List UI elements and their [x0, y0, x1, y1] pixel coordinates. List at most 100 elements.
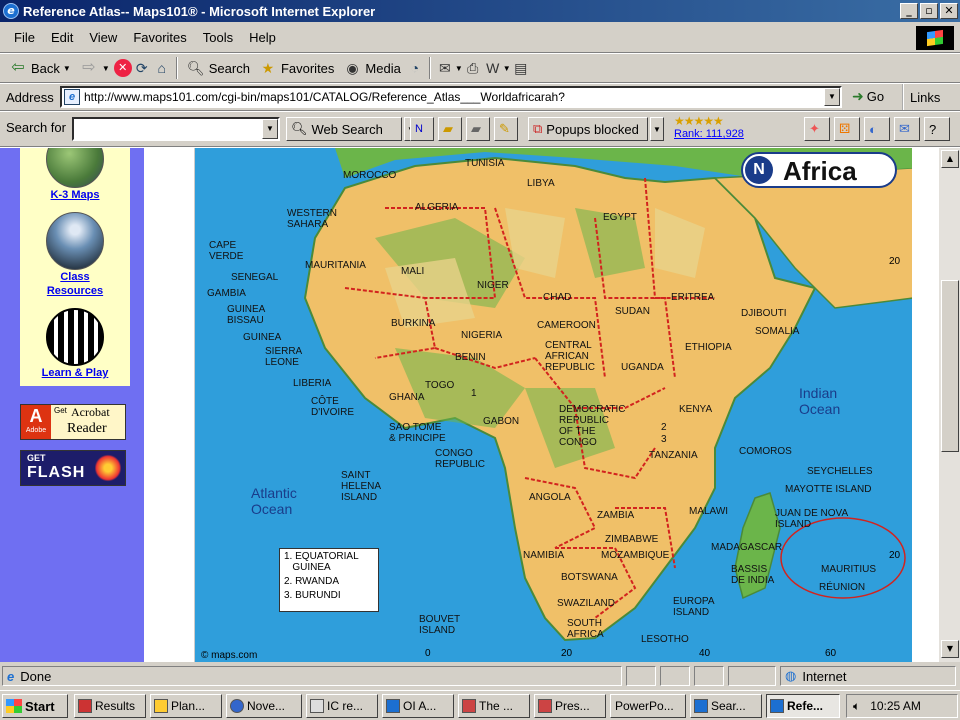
messenger-icon[interactable]: ◐: [864, 117, 890, 141]
get-acrobat-reader-badge[interactable]: A Adobe Get Acrobat Reader: [20, 404, 126, 440]
discuss-icon[interactable]: ▤: [511, 58, 531, 78]
forward-button[interactable]: ⇨ ▼: [75, 56, 114, 80]
chevron-down-icon[interactable]: ▼: [63, 64, 71, 73]
sidebar-item-label[interactable]: Learn & Play: [20, 366, 130, 380]
country-label: CHAD: [543, 292, 571, 303]
dice-icon[interactable]: ⚄: [834, 117, 860, 141]
rank-link[interactable]: Rank: 111,928: [674, 128, 744, 140]
taskbar-item[interactable]: IC re...: [306, 694, 378, 718]
country-label: ERITREA: [671, 292, 715, 303]
address-bar: Address e http://www.maps101.com/cgi-bin…: [0, 84, 960, 110]
mail-icon[interactable]: ✉: [435, 58, 455, 78]
stop-icon[interactable]: ✕: [113, 59, 132, 77]
country-label: SOMALIA: [755, 326, 800, 337]
ocean-label: Atlantic Ocean: [251, 485, 297, 517]
news-icon[interactable]: N: [410, 117, 434, 141]
marker-icon[interactable]: ✎: [494, 117, 518, 141]
taskbar-item[interactable]: PowerPo...: [610, 694, 686, 718]
taskbar-item[interactable]: Plan...: [150, 694, 222, 718]
country-label: NIGERIA: [461, 330, 502, 341]
close-button[interactable]: ✕: [940, 3, 958, 19]
chevron-down-icon[interactable]: ▼: [824, 88, 840, 106]
security-zone[interactable]: ◍ Internet: [780, 666, 956, 686]
status-bar: e Done ◍ Internet: [0, 664, 960, 688]
taskbar-item[interactable]: Pres...: [534, 694, 606, 718]
taskbar: Start Results Plan... Nove... IC re... O…: [0, 690, 960, 720]
web-search-button[interactable]: 🔍︎ Web Search: [286, 117, 402, 141]
home-icon[interactable]: ⌂: [152, 58, 172, 78]
menu-favorites[interactable]: Favorites: [125, 30, 194, 45]
longitude-tick: 20: [561, 648, 573, 659]
print-icon[interactable]: ⎙: [463, 58, 483, 78]
taskbar-item[interactable]: OI A...: [382, 694, 454, 718]
window-title: Reference Atlas-- Maps101® - Microsoft I…: [23, 3, 376, 19]
scroll-up-button[interactable]: ▲: [941, 150, 959, 168]
favorites-button[interactable]: ★ Favorites: [254, 56, 338, 80]
menu-view[interactable]: View: [81, 30, 125, 45]
sidebar-item-label[interactable]: K-3 Maps: [20, 188, 130, 202]
map-legend: 1. EQUATORIAL GUINEA 2. RWANDA 3. BURUND…: [279, 548, 379, 612]
favorites-star-icon: ★: [261, 60, 275, 76]
volume-icon[interactable]: 🔈︎: [853, 699, 860, 714]
search-button[interactable]: 🔍︎ Search: [182, 56, 254, 80]
taskbar-item[interactable]: Sear...: [690, 694, 762, 718]
mountain-globe-icon: [46, 212, 104, 270]
page-icon: e: [64, 89, 80, 105]
scroll-thumb[interactable]: [941, 280, 959, 452]
highlight-icon[interactable]: ▰: [438, 117, 462, 141]
go-button[interactable]: ➜ Go: [852, 88, 884, 105]
sidebar-item-label[interactable]: Class Resources: [20, 270, 130, 298]
minimize-button[interactable]: _: [900, 3, 918, 19]
popups-dropdown[interactable]: ▼: [650, 117, 664, 141]
adobe-logo-icon: A Adobe: [21, 405, 51, 439]
start-button[interactable]: Start: [2, 694, 68, 718]
page-rank[interactable]: ★★★★★ Rank: 111,928: [674, 115, 744, 141]
edit-icon[interactable]: W: [483, 58, 503, 78]
butterfly-icon[interactable]: ✦: [804, 117, 830, 141]
sidebar-item-k3-maps[interactable]: K-3 Maps: [20, 148, 130, 202]
chevron-down-icon[interactable]: ▼: [503, 64, 511, 73]
chevron-down-icon[interactable]: ▼: [102, 64, 110, 73]
taskbar-item[interactable]: Results: [74, 694, 146, 718]
menu-edit[interactable]: Edit: [43, 30, 81, 45]
status-cell: [626, 666, 656, 686]
vertical-scrollbar[interactable]: ▲ ▼: [938, 148, 960, 662]
refresh-icon[interactable]: ⟳: [132, 58, 152, 78]
menu-file[interactable]: File: [6, 30, 43, 45]
popups-blocked-button[interactable]: ⧉ Popups blocked: [528, 117, 648, 141]
address-url: http://www.maps101.com/cgi-bin/maps101/C…: [84, 90, 565, 104]
map-marker-number: 3: [661, 434, 667, 445]
maximize-button[interactable]: ▫: [920, 3, 938, 19]
go-arrow-icon: ➜: [852, 88, 864, 104]
get-flash-badge[interactable]: GET FLASH: [20, 450, 126, 486]
taskbar-item[interactable]: The ...: [458, 694, 530, 718]
longitude-tick: 60: [825, 648, 837, 659]
country-label: DJIBOUTI: [741, 308, 787, 319]
menu-tools[interactable]: Tools: [195, 30, 241, 45]
back-button[interactable]: ⇦ Back ▼: [4, 56, 75, 80]
help-icon[interactable]: ?: [924, 117, 950, 141]
sidebar-item-class-resources[interactable]: Class Resources: [20, 212, 130, 298]
history-icon[interactable]: ◔: [405, 58, 425, 78]
links-button[interactable]: Links: [902, 84, 940, 110]
media-button[interactable]: ◉ Media: [338, 56, 404, 80]
country-label: LESOTHO: [641, 634, 689, 645]
title-bar: e Reference Atlas-- Maps101® - Microsoft…: [0, 0, 960, 22]
country-label: GABON: [483, 416, 519, 427]
sidebar-item-learn-play[interactable]: Learn & Play: [20, 308, 130, 380]
menu-help[interactable]: Help: [241, 30, 284, 45]
ie-app-icon[interactable]: e: [3, 3, 19, 19]
eraser-icon[interactable]: ▰: [466, 117, 490, 141]
mail-icon[interactable]: ✉: [894, 117, 920, 141]
country-label: KENYA: [679, 404, 712, 415]
chevron-down-icon[interactable]: ▼: [455, 64, 463, 73]
taskbar-item[interactable]: Nove...: [226, 694, 302, 718]
address-input[interactable]: e http://www.maps101.com/cgi-bin/maps101…: [60, 86, 842, 108]
chevron-down-icon[interactable]: ▼: [262, 119, 278, 139]
taskbar-item-active[interactable]: Refe...: [766, 694, 840, 718]
country-label: CAMEROON: [537, 320, 596, 331]
africa-map[interactable]: TUNISIA MOROCCO ALGERIA LIBYA EGYPT WESTERN SA…: [194, 148, 912, 662]
scroll-down-button[interactable]: ▼: [941, 640, 959, 658]
search-input[interactable]: ▼: [72, 117, 280, 141]
globe-icon: [46, 148, 104, 188]
